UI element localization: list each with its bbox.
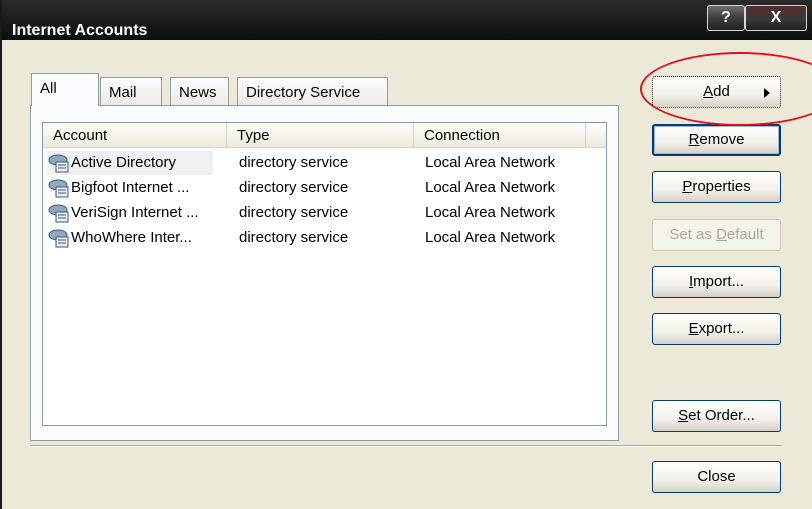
account-connection: Local Area Network — [425, 204, 556, 221]
account-type: directory service — [239, 154, 349, 171]
set-as-default-button[interactable]: Set as Default — [652, 219, 781, 251]
close-window-button[interactable]: X — [745, 5, 807, 31]
column-header-type[interactable]: Type — [227, 123, 414, 147]
add-accelerator: A — [703, 83, 714, 100]
separator-line — [30, 445, 782, 447]
set-default-prefix: Set as — [669, 226, 717, 243]
remove-label: emove — [699, 131, 745, 148]
account-name: Active Directory — [71, 154, 177, 171]
properties-label: roperties — [692, 178, 751, 195]
window-title: Internet Accounts — [12, 22, 148, 39]
tab-all[interactable]: All — [31, 73, 99, 106]
account-type: directory service — [239, 204, 349, 221]
column-header-connection[interactable]: Connection — [414, 123, 586, 147]
tab-directory-service[interactable]: Directory Service — [237, 77, 388, 105]
set-order-button[interactable]: Set Order... — [652, 400, 781, 432]
properties-accelerator: P — [682, 178, 693, 195]
export-label: xport... — [698, 320, 745, 337]
account-name: VeriSign Internet ... — [71, 204, 199, 221]
set-default-accelerator: D — [716, 226, 727, 243]
remove-accelerator: R — [688, 131, 700, 148]
export-button[interactable]: Export... — [652, 313, 781, 345]
directory-service-icon — [48, 204, 69, 223]
tab-all-label: All — [40, 80, 57, 97]
set-order-accelerator: S — [678, 407, 689, 424]
internet-accounts-dialog: Internet Accounts ? X All Mail News Dire… — [0, 0, 812, 509]
list-item[interactable]: VeriSign Internet ... directory service … — [43, 201, 606, 226]
tab-mail[interactable]: Mail — [100, 77, 162, 105]
set-order-label: et Order... — [688, 407, 755, 424]
directory-service-icon — [48, 154, 69, 173]
add-button[interactable]: Add — [652, 76, 781, 108]
import-button[interactable]: Import... — [652, 266, 781, 298]
account-connection: Local Area Network — [425, 229, 556, 246]
remove-button[interactable]: Remove — [652, 124, 781, 156]
properties-button[interactable]: Properties — [652, 171, 781, 203]
set-default-label: efault — [726, 226, 764, 243]
close-button[interactable]: Close — [652, 461, 781, 493]
account-name: WhoWhere Inter... — [71, 229, 192, 246]
title-bar[interactable]: Internet Accounts ? X — [0, 0, 812, 40]
account-name: Bigfoot Internet ... — [71, 179, 190, 196]
export-accelerator: E — [688, 320, 699, 337]
column-header-account[interactable]: Account — [43, 123, 227, 147]
accounts-list[interactable]: Account Type Connection Active Directory… — [42, 122, 607, 426]
import-label: mport... — [693, 273, 745, 290]
list-header: Account Type Connection — [43, 123, 606, 148]
account-connection: Local Area Network — [425, 179, 556, 196]
tab-news[interactable]: News — [170, 77, 229, 105]
help-icon: ? — [721, 9, 731, 26]
tab-news-label: News — [179, 84, 217, 101]
submenu-arrow-icon — [764, 88, 770, 98]
list-item[interactable]: Active Directory directory service Local… — [43, 151, 606, 176]
column-header-filler — [586, 123, 606, 147]
directory-service-icon — [48, 179, 69, 198]
close-icon: X — [770, 9, 782, 26]
directory-service-icon — [48, 229, 69, 248]
account-type: directory service — [239, 229, 349, 246]
help-button[interactable]: ? — [707, 5, 745, 31]
add-label: dd — [713, 83, 730, 100]
list-item[interactable]: WhoWhere Inter... directory service Loca… — [43, 226, 606, 251]
tab-panel: Account Type Connection Active Directory… — [30, 105, 619, 441]
list-item[interactable]: Bigfoot Internet ... directory service L… — [43, 176, 606, 201]
tab-directory-service-label: Directory Service — [246, 84, 361, 101]
tab-mail-label: Mail — [109, 84, 137, 101]
account-connection: Local Area Network — [425, 154, 556, 171]
account-type: directory service — [239, 179, 349, 196]
